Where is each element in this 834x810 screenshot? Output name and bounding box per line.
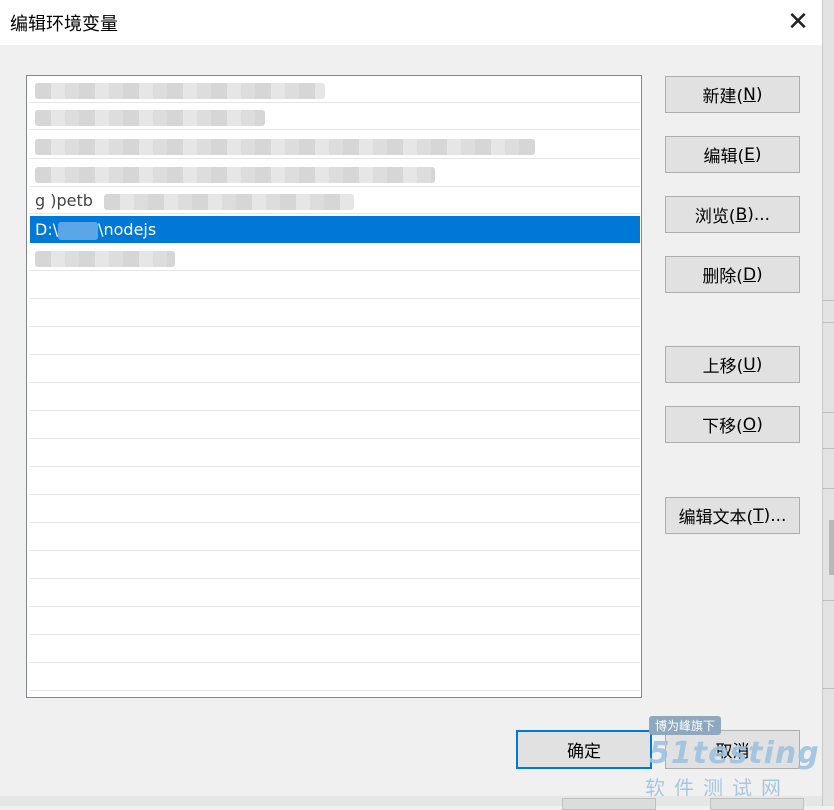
list-item-empty[interactable]	[30, 272, 640, 299]
move-down-button-accel: O	[742, 414, 757, 435]
list-item-empty[interactable]	[30, 496, 640, 523]
move-down-button-label: 下移(	[702, 417, 743, 437]
delete-button-close: )	[756, 264, 763, 285]
divider	[823, 300, 834, 301]
redacted-value	[35, 166, 435, 183]
list-item[interactable]	[30, 76, 640, 103]
redacted-value	[35, 138, 535, 155]
selected-path-prefix: D:\	[35, 220, 59, 239]
list-item[interactable]: g )petb	[30, 187, 640, 214]
selected-path-suffix: \nodejs	[98, 220, 157, 239]
ok-button[interactable]: 确定	[516, 730, 652, 769]
delete-button-label: 删除(	[702, 267, 743, 287]
list-item-empty[interactable]	[30, 664, 640, 691]
watermark-badge: 博为峰旗下	[649, 716, 722, 735]
edit-text-button-accel: T	[753, 505, 764, 526]
list-item-empty[interactable]	[30, 412, 640, 439]
background-window-bottom	[0, 796, 822, 810]
list-item-empty[interactable]	[30, 384, 640, 411]
partial-path-text: g )petb	[35, 191, 93, 210]
divider	[823, 322, 834, 323]
list-item-empty[interactable]	[30, 468, 640, 495]
list-item-empty[interactable]	[30, 356, 640, 383]
divider	[823, 688, 834, 689]
title-bar: 编辑环境变量 ✕	[0, 0, 822, 45]
path-list[interactable]: g )petb D:\ \nodejs	[26, 75, 642, 698]
new-button-label: 新建(	[702, 87, 744, 107]
browse-button-accel: B	[735, 204, 748, 225]
list-item-selected[interactable]: D:\ \nodejs	[30, 216, 640, 243]
background-window-edge	[822, 0, 834, 806]
edit-button-accel: E	[744, 144, 755, 165]
edit-text-button-label: 编辑文本(	[678, 508, 754, 528]
list-item[interactable]	[30, 244, 640, 271]
browse-button-label: 浏览(	[694, 207, 736, 227]
background-button	[710, 798, 804, 810]
list-item[interactable]	[30, 132, 640, 159]
move-down-button[interactable]: 下移(O)	[665, 406, 800, 443]
background-button	[562, 798, 656, 810]
list-item-empty[interactable]	[30, 300, 640, 327]
redacted-value	[35, 250, 175, 267]
delete-button-accel: D	[742, 264, 757, 285]
delete-button[interactable]: 删除(D)	[665, 256, 800, 293]
list-item-empty[interactable]	[30, 328, 640, 355]
edit-text-button-close: )...	[763, 505, 787, 526]
redacted-value	[104, 193, 355, 210]
move-down-button-close: )	[756, 414, 763, 435]
divider	[823, 412, 834, 413]
browse-button-close: )...	[747, 204, 771, 225]
divider	[823, 448, 834, 449]
list-item-empty[interactable]	[30, 524, 640, 551]
browse-button[interactable]: 浏览(B)...	[665, 196, 800, 233]
list-item[interactable]	[30, 160, 640, 187]
list-item-empty[interactable]	[30, 440, 640, 467]
scrollbar-thumb[interactable]	[829, 520, 834, 575]
list-item-empty[interactable]	[30, 636, 640, 663]
watermark: 博为峰旗下 51testing 软件测试网	[645, 716, 820, 804]
list-item[interactable]	[30, 103, 640, 130]
new-button-close: )	[755, 84, 763, 105]
edit-text-button[interactable]: 编辑文本(T)...	[665, 497, 800, 534]
watermark-logo: 51testing	[649, 736, 820, 771]
new-button[interactable]: 新建(N)	[665, 76, 800, 113]
move-up-button-close: )	[755, 354, 763, 375]
close-icon[interactable]: ✕	[784, 8, 812, 36]
redacted-value	[35, 82, 325, 99]
edit-button-label: 编辑(	[703, 147, 745, 167]
move-up-button[interactable]: 上移(U)	[665, 346, 800, 383]
ok-button-label: 确定	[567, 742, 601, 762]
list-item-empty[interactable]	[30, 552, 640, 579]
divider	[823, 600, 834, 601]
move-up-button-accel: U	[743, 354, 756, 375]
new-button-accel: N	[743, 84, 756, 105]
edit-button-close: )	[754, 144, 762, 165]
redacted-value	[58, 221, 99, 240]
edit-button[interactable]: 编辑(E)	[665, 136, 800, 173]
divider	[823, 488, 834, 489]
dialog-title: 编辑环境变量	[10, 14, 118, 35]
list-item-empty[interactable]	[30, 580, 640, 607]
list-item-empty[interactable]	[30, 608, 640, 635]
redacted-value	[35, 109, 265, 126]
move-up-button-label: 上移(	[702, 357, 744, 377]
